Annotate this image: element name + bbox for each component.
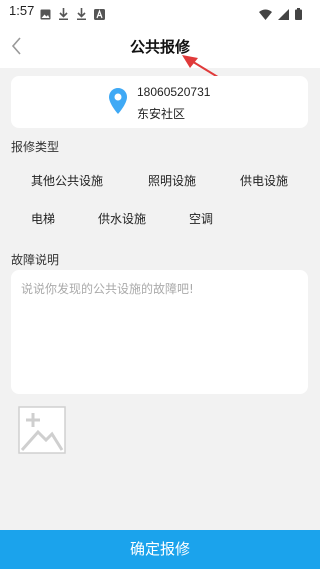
battery-icon (295, 5, 302, 24)
repair-type-option[interactable]: 电梯 (31, 210, 55, 227)
status-notification-icons (40, 5, 105, 24)
repair-type-label: 报修类型 (11, 140, 60, 154)
fault-description-label: 故障说明 (11, 253, 60, 267)
status-system-icons (259, 5, 302, 24)
image-icon (40, 5, 51, 24)
repair-type-option[interactable]: 供电设施 (240, 172, 288, 189)
download-icon (76, 5, 87, 24)
page-title: 公共报修 (129, 38, 190, 56)
repair-type-option[interactable]: 其他公共设施 (31, 172, 103, 189)
status-time: 1:57 (9, 3, 35, 18)
submit-repair-button[interactable]: 确定报修 (0, 530, 320, 569)
wifi-icon (259, 5, 272, 24)
repair-type-option[interactable]: 照明设施 (148, 172, 196, 189)
repair-type-options: 其他公共设施 照明设施 供电设施 电梯 供水设施 空调 (0, 160, 320, 240)
repair-type-option[interactable]: 供水设施 (98, 210, 146, 227)
repair-type-option[interactable]: 空调 (189, 210, 213, 227)
address-card[interactable]: 18060520731 东安社区 (11, 76, 308, 128)
font-icon (94, 5, 105, 24)
fault-description-input[interactable] (21, 280, 298, 384)
nav-bar: 公共报修 (0, 24, 320, 68)
community-name: 东安社区 (137, 107, 186, 121)
download-icon (58, 5, 69, 24)
contact-phone: 18060520731 (137, 85, 211, 99)
add-image-icon (16, 406, 68, 460)
signal-icon (278, 5, 289, 24)
add-photo-button[interactable] (16, 404, 68, 456)
location-pin-icon (109, 88, 127, 118)
status-bar: 1:57 (0, 0, 320, 24)
fault-description-box (11, 270, 308, 394)
